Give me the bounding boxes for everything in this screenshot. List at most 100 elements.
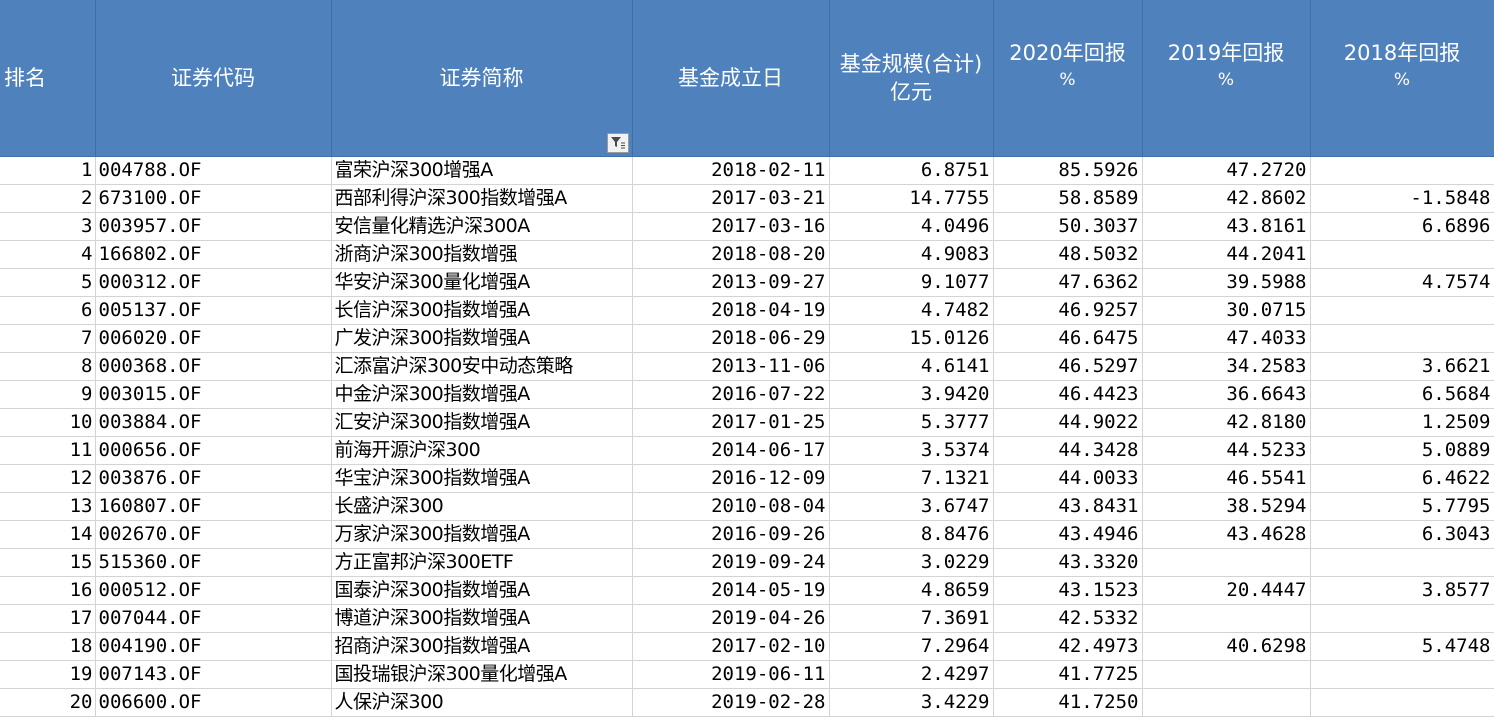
cell-return-2019[interactable]: 43.4628	[1142, 520, 1311, 549]
cell-return-2019[interactable]: 44.5233	[1142, 436, 1311, 465]
cell-return-2020[interactable]: 44.3428	[993, 436, 1143, 465]
header-inception[interactable]: 基金成立日	[632, 0, 830, 157]
cell-name[interactable]: 华宝沪深300指数增强A	[331, 464, 633, 493]
cell-name[interactable]: 中金沪深300指数增强A	[331, 380, 633, 409]
cell-inception[interactable]: 2013-09-27	[632, 268, 830, 297]
header-code[interactable]: 证券代码	[95, 0, 332, 157]
cell-name[interactable]: 富荣沪深300增强A	[331, 156, 633, 185]
cell-size[interactable]: 7.3691	[829, 604, 994, 633]
cell-return-2019[interactable]	[1142, 548, 1311, 577]
cell-rank[interactable]: 20	[0, 688, 96, 717]
cell-code[interactable]: 003884.OF	[95, 408, 332, 437]
cell-return-2020[interactable]: 46.9257	[993, 296, 1143, 325]
cell-rank[interactable]: 5	[0, 268, 96, 297]
cell-code[interactable]: 006600.OF	[95, 688, 332, 717]
cell-name[interactable]: 浙商沪深300指数增强	[331, 240, 633, 269]
cell-code[interactable]: 000312.OF	[95, 268, 332, 297]
cell-rank[interactable]: 11	[0, 436, 96, 465]
cell-name[interactable]: 汇添富沪深300安中动态策略	[331, 352, 633, 381]
cell-rank[interactable]: 3	[0, 212, 96, 241]
cell-name[interactable]: 招商沪深300指数增强A	[331, 632, 633, 661]
cell-return-2018[interactable]	[1310, 324, 1494, 353]
cell-return-2020[interactable]: 47.6362	[993, 268, 1143, 297]
cell-return-2018[interactable]: 3.8577	[1310, 576, 1494, 605]
cell-size[interactable]: 3.4229	[829, 688, 994, 717]
cell-return-2019[interactable]: 46.5541	[1142, 464, 1311, 493]
cell-rank[interactable]: 2	[0, 184, 96, 213]
cell-rank[interactable]: 13	[0, 492, 96, 521]
cell-return-2019[interactable]: 40.6298	[1142, 632, 1311, 661]
cell-return-2020[interactable]: 41.7725	[993, 660, 1143, 689]
cell-inception[interactable]: 2019-04-26	[632, 604, 830, 633]
cell-name[interactable]: 前海开源沪深300	[331, 436, 633, 465]
cell-return-2020[interactable]: 44.9022	[993, 408, 1143, 437]
cell-return-2019[interactable]: 42.8180	[1142, 408, 1311, 437]
cell-return-2019[interactable]: 47.2720	[1142, 156, 1311, 185]
cell-return-2019[interactable]: 20.4447	[1142, 576, 1311, 605]
cell-size[interactable]: 4.6141	[829, 352, 994, 381]
cell-return-2018[interactable]	[1310, 296, 1494, 325]
cell-name[interactable]: 汇安沪深300指数增强A	[331, 408, 633, 437]
header-return-2019[interactable]: 2019年回报 %	[1142, 0, 1311, 157]
cell-return-2019[interactable]	[1142, 660, 1311, 689]
cell-return-2019[interactable]: 43.8161	[1142, 212, 1311, 241]
cell-size[interactable]: 14.7755	[829, 184, 994, 213]
cell-size[interactable]: 3.6747	[829, 492, 994, 521]
cell-inception[interactable]: 2016-09-26	[632, 520, 830, 549]
cell-size[interactable]: 3.9420	[829, 380, 994, 409]
cell-return-2020[interactable]: 44.0033	[993, 464, 1143, 493]
cell-return-2018[interactable]	[1310, 156, 1494, 185]
cell-rank[interactable]: 12	[0, 464, 96, 493]
cell-size[interactable]: 4.9083	[829, 240, 994, 269]
cell-code[interactable]: 007143.OF	[95, 660, 332, 689]
cell-return-2020[interactable]: 48.5032	[993, 240, 1143, 269]
cell-return-2020[interactable]: 43.4946	[993, 520, 1143, 549]
cell-return-2018[interactable]: -1.5848	[1310, 184, 1494, 213]
cell-return-2020[interactable]: 42.4973	[993, 632, 1143, 661]
cell-return-2020[interactable]: 58.8589	[993, 184, 1143, 213]
cell-size[interactable]: 9.1077	[829, 268, 994, 297]
cell-inception[interactable]: 2010-08-04	[632, 492, 830, 521]
cell-return-2018[interactable]: 6.4622	[1310, 464, 1494, 493]
cell-rank[interactable]: 16	[0, 576, 96, 605]
cell-return-2020[interactable]: 43.1523	[993, 576, 1143, 605]
cell-inception[interactable]: 2017-02-10	[632, 632, 830, 661]
cell-name[interactable]: 万家沪深300指数增强A	[331, 520, 633, 549]
cell-code[interactable]: 000368.OF	[95, 352, 332, 381]
cell-size[interactable]: 15.0126	[829, 324, 994, 353]
cell-return-2020[interactable]: 43.3320	[993, 548, 1143, 577]
cell-return-2018[interactable]: 3.6621	[1310, 352, 1494, 381]
cell-code[interactable]: 003015.OF	[95, 380, 332, 409]
cell-inception[interactable]: 2019-02-28	[632, 688, 830, 717]
cell-name[interactable]: 人保沪深300	[331, 688, 633, 717]
cell-return-2020[interactable]: 46.6475	[993, 324, 1143, 353]
cell-return-2018[interactable]	[1310, 548, 1494, 577]
cell-return-2019[interactable]: 44.2041	[1142, 240, 1311, 269]
cell-name[interactable]: 国泰沪深300指数增强A	[331, 576, 633, 605]
cell-return-2020[interactable]: 46.4423	[993, 380, 1143, 409]
cell-inception[interactable]: 2014-06-17	[632, 436, 830, 465]
cell-inception[interactable]: 2018-08-20	[632, 240, 830, 269]
cell-rank[interactable]: 7	[0, 324, 96, 353]
cell-return-2018[interactable]: 4.7574	[1310, 268, 1494, 297]
cell-code[interactable]: 515360.OF	[95, 548, 332, 577]
cell-name[interactable]: 国投瑞银沪深300量化增强A	[331, 660, 633, 689]
header-rank[interactable]: 排名	[0, 0, 96, 157]
filter-button[interactable]	[606, 133, 629, 153]
cell-name[interactable]: 华安沪深300量化增强A	[331, 268, 633, 297]
cell-code[interactable]: 000512.OF	[95, 576, 332, 605]
cell-code[interactable]: 003876.OF	[95, 464, 332, 493]
cell-name[interactable]: 广发沪深300指数增强A	[331, 324, 633, 353]
cell-return-2019[interactable]: 34.2583	[1142, 352, 1311, 381]
cell-code[interactable]: 673100.OF	[95, 184, 332, 213]
cell-return-2020[interactable]: 42.5332	[993, 604, 1143, 633]
cell-size[interactable]: 6.8751	[829, 156, 994, 185]
cell-size[interactable]: 8.8476	[829, 520, 994, 549]
cell-code[interactable]: 007044.OF	[95, 604, 332, 633]
cell-return-2019[interactable]: 30.0715	[1142, 296, 1311, 325]
cell-return-2020[interactable]: 50.3037	[993, 212, 1143, 241]
cell-name[interactable]: 方正富邦沪深300ETF	[331, 548, 633, 577]
cell-size[interactable]: 4.8659	[829, 576, 994, 605]
cell-name[interactable]: 长盛沪深300	[331, 492, 633, 521]
cell-rank[interactable]: 17	[0, 604, 96, 633]
